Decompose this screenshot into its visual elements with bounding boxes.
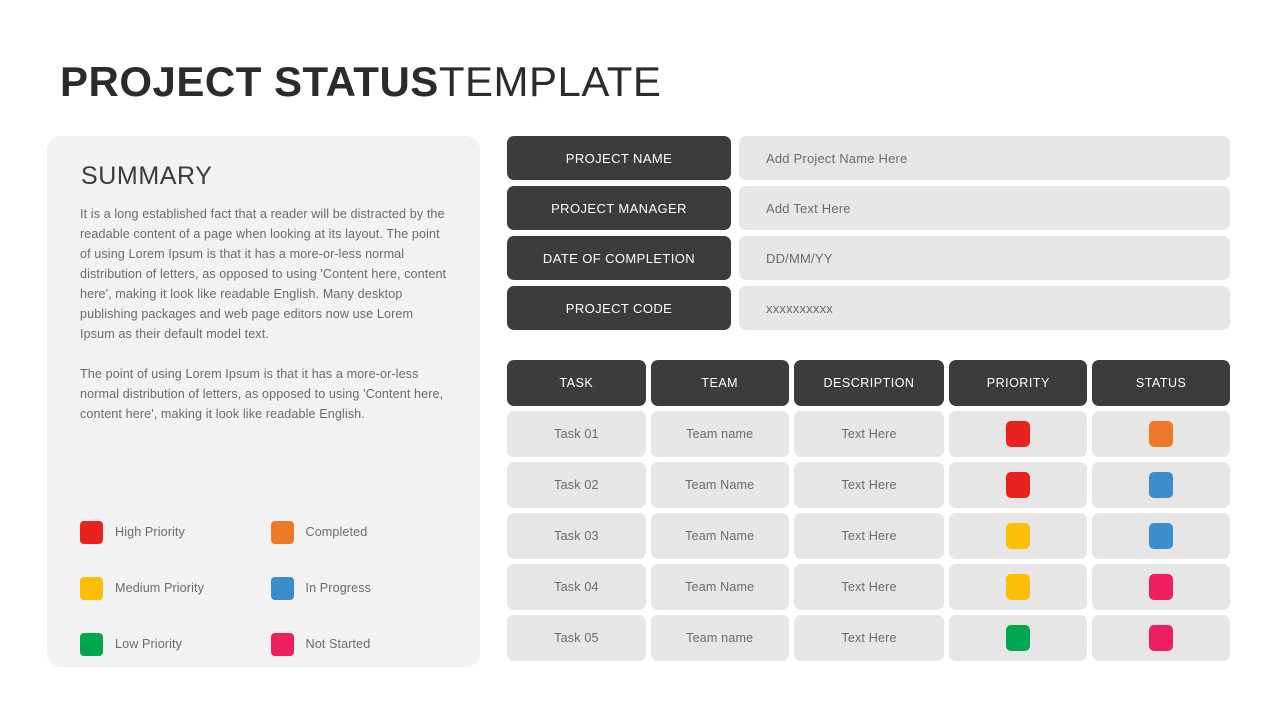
cell-description: Text Here xyxy=(793,513,945,559)
table-row: Task 04 Team Name Text Here xyxy=(507,564,1231,610)
cell-task: Task 04 xyxy=(507,564,646,610)
page-title-bold: PROJECT STATUS xyxy=(60,58,439,105)
cell-team: Team Name xyxy=(650,462,789,508)
project-code-field[interactable]: xxxxxxxxxx xyxy=(739,286,1230,330)
project-info-label: PROJECT NAME xyxy=(507,136,731,180)
status-chip-icon xyxy=(1149,574,1174,600)
status-chip-icon xyxy=(1149,421,1174,447)
cell-team: Team name xyxy=(650,615,789,661)
table-row: Task 03 Team Name Text Here xyxy=(507,513,1231,559)
cell-description: Text Here xyxy=(793,411,945,457)
priority-chip-icon xyxy=(1006,421,1031,447)
column-header-status: STATUS xyxy=(1092,360,1231,406)
legend-swatch-icon xyxy=(270,576,294,600)
cell-task: Task 01 xyxy=(507,411,646,457)
legend-swatch-icon xyxy=(80,632,103,656)
legend-item: Low Priority xyxy=(80,616,265,672)
project-info-label: DATE OF COMPLETION xyxy=(507,236,731,280)
priority-chip-icon xyxy=(1006,472,1031,498)
page-title: PROJECT STATUSTEMPLATE xyxy=(60,58,661,106)
project-info-label: PROJECT CODE xyxy=(507,286,731,330)
slide-canvas: PROJECT STATUSTEMPLATE SUMMARY It is a l… xyxy=(0,0,1280,720)
cell-status xyxy=(1092,411,1231,457)
cell-priority xyxy=(949,462,1088,508)
legend-swatch-icon xyxy=(270,520,294,544)
cell-status xyxy=(1092,564,1231,610)
cell-team: Team Name xyxy=(650,564,789,610)
legend-swatch-icon xyxy=(80,520,103,544)
table-row: Task 01 Team name Text Here xyxy=(507,411,1231,457)
cell-status xyxy=(1092,513,1231,559)
project-info-row: DATE OF COMPLETION DD/MM/YY xyxy=(507,236,1230,280)
cell-task: Task 05 xyxy=(507,615,646,661)
legend: High Priority Completed Medium Priority … xyxy=(80,504,455,672)
cell-task: Task 02 xyxy=(507,462,646,508)
project-info-row: PROJECT CODE xxxxxxxxxx xyxy=(507,286,1230,330)
summary-panel: SUMMARY It is a long established fact th… xyxy=(47,136,480,667)
project-info-row: PROJECT MANAGER Add Text Here xyxy=(507,186,1230,230)
project-name-field[interactable]: Add Project Name Here xyxy=(739,136,1230,180)
legend-item: Not Started xyxy=(270,616,456,672)
table-header-row: TASK TEAM DESCRIPTION PRIORITY STATUS xyxy=(507,360,1231,406)
summary-heading: SUMMARY xyxy=(81,162,213,190)
legend-item: In Progress xyxy=(270,560,456,616)
cell-description: Text Here xyxy=(793,462,945,508)
legend-item: High Priority xyxy=(80,504,265,560)
legend-item-label: Not Started xyxy=(305,637,371,651)
cell-task: Task 03 xyxy=(507,513,646,559)
legend-item-label: High Priority xyxy=(115,525,185,539)
status-chip-icon xyxy=(1149,472,1174,498)
column-header-team: TEAM xyxy=(650,360,789,406)
column-header-priority: PRIORITY xyxy=(949,360,1088,406)
legend-item-label: Low Priority xyxy=(115,637,182,651)
summary-body: It is a long established fact that a rea… xyxy=(80,204,450,424)
legend-item-label: In Progress xyxy=(305,581,371,595)
summary-paragraph: It is a long established fact that a rea… xyxy=(80,207,447,341)
project-info-list: PROJECT NAME Add Project Name Here PROJE… xyxy=(507,136,1230,336)
priority-chip-icon xyxy=(1006,523,1031,549)
priority-chip-icon xyxy=(1006,625,1031,651)
project-manager-field[interactable]: Add Text Here xyxy=(739,186,1230,230)
project-info-row: PROJECT NAME Add Project Name Here xyxy=(507,136,1230,180)
cell-priority xyxy=(949,615,1088,661)
status-chip-icon xyxy=(1149,523,1174,549)
status-chip-icon xyxy=(1149,625,1174,651)
legend-swatch-icon xyxy=(270,632,294,656)
task-table: TASK TEAM DESCRIPTION PRIORITY STATUS Ta… xyxy=(507,360,1231,666)
column-header-task: TASK xyxy=(507,360,646,406)
legend-item: Medium Priority xyxy=(80,560,265,616)
cell-status xyxy=(1092,462,1231,508)
legend-item: Completed xyxy=(270,504,456,560)
cell-team: Team name xyxy=(650,411,789,457)
cell-priority xyxy=(949,564,1088,610)
column-header-description: DESCRIPTION xyxy=(793,360,945,406)
summary-paragraph: The point of using Lorem Ipsum is that i… xyxy=(80,367,444,421)
table-row: Task 05 Team name Text Here xyxy=(507,615,1231,661)
cell-priority xyxy=(949,411,1088,457)
table-row: Task 02 Team Name Text Here xyxy=(507,462,1231,508)
cell-team: Team Name xyxy=(650,513,789,559)
cell-priority xyxy=(949,513,1088,559)
page-title-light: TEMPLATE xyxy=(438,58,662,105)
project-info-label: PROJECT MANAGER xyxy=(507,186,731,230)
cell-description: Text Here xyxy=(793,615,945,661)
priority-chip-icon xyxy=(1006,574,1031,600)
date-of-completion-field[interactable]: DD/MM/YY xyxy=(739,236,1230,280)
legend-item-label: Completed xyxy=(305,525,368,539)
cell-status xyxy=(1092,615,1231,661)
cell-description: Text Here xyxy=(793,564,945,610)
legend-swatch-icon xyxy=(80,576,103,600)
legend-item-label: Medium Priority xyxy=(115,581,204,595)
